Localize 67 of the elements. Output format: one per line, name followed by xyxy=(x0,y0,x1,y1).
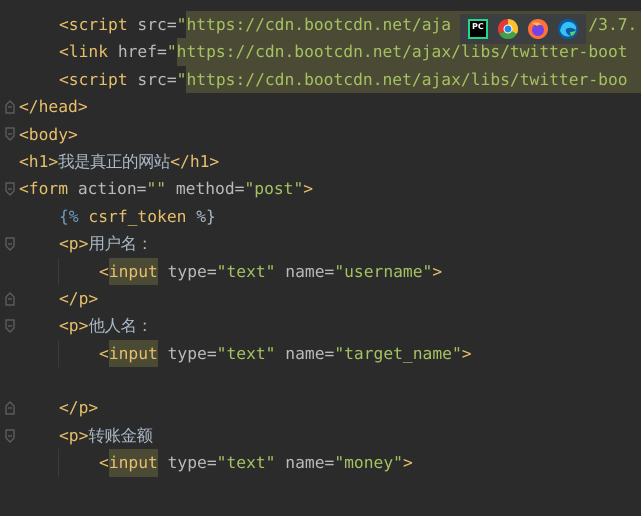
code-text: src= xyxy=(136,68,177,91)
fold-icon[interactable] xyxy=(4,100,14,114)
code-text: {% xyxy=(59,206,79,228)
code-text: csrf_token xyxy=(87,206,188,228)
code-text: input xyxy=(108,340,158,368)
code-text: <link xyxy=(59,41,108,64)
code-text: "username" xyxy=(334,260,432,283)
code-text: <script xyxy=(59,14,128,36)
code-text: href= xyxy=(116,41,167,64)
flame-circle-icon[interactable] xyxy=(528,19,548,39)
code-text: name= xyxy=(284,260,334,283)
code-text: type= xyxy=(166,342,217,365)
code-text: </p> xyxy=(59,288,98,310)
fold-icon[interactable] xyxy=(4,292,14,306)
code-text: input xyxy=(108,449,158,477)
code-text: </p> xyxy=(59,397,98,420)
code-text: > xyxy=(462,342,472,365)
code-text: https://cdn.bootcdn.net/ajax/libs/twitter-boot xyxy=(176,38,641,66)
code-text: 他人名： xyxy=(88,315,152,338)
code-text: name= xyxy=(284,342,334,365)
code-text: "text" xyxy=(216,452,276,474)
code-text: %} xyxy=(196,206,216,228)
code-text: 转账金额 xyxy=(88,424,152,447)
code-text: <p> xyxy=(59,424,88,447)
fold-icon[interactable] xyxy=(4,182,14,196)
code-text: > xyxy=(432,260,442,283)
code-text: > xyxy=(402,452,413,474)
code-text: <p> xyxy=(59,315,88,338)
code-text: https://cdn.bootcdn.net/ajax/libs/twitter-boo xyxy=(186,66,641,94)
code-text: "" xyxy=(146,178,166,200)
code-text: 我是真正的网站 xyxy=(58,150,170,173)
square-logo-icon[interactable]: PC xyxy=(468,19,488,39)
code-text: input xyxy=(108,258,158,285)
code-text: </h1> xyxy=(170,150,220,173)
code-text: "text" xyxy=(216,260,276,283)
code-text: < xyxy=(99,342,109,365)
code-text: <p> xyxy=(59,233,88,256)
code-text: <form xyxy=(19,178,68,200)
code-text: "post" xyxy=(244,178,304,200)
code-text: method= xyxy=(174,178,244,200)
tricolor-circle-icon[interactable] xyxy=(498,19,518,39)
code-text: <body> xyxy=(19,124,78,146)
code-text: type= xyxy=(166,260,217,283)
fold-icon[interactable] xyxy=(4,401,14,416)
code-text: 用户名： xyxy=(88,233,152,256)
wave-circle-icon[interactable] xyxy=(558,19,578,39)
fold-icon[interactable] xyxy=(4,318,14,333)
code-text: " xyxy=(166,41,177,64)
code-text: "money" xyxy=(334,452,403,474)
code-text: "text" xyxy=(216,342,276,365)
code-text: "target_name" xyxy=(334,342,462,365)
fold-icon[interactable] xyxy=(4,428,14,443)
code-text: src= xyxy=(136,14,177,36)
code-text: https://cdn.bootcdn.net/aja xyxy=(186,11,452,38)
code-text: < xyxy=(99,260,109,283)
code-text: " xyxy=(176,14,186,36)
code-text: " xyxy=(176,68,186,91)
code-text: action= xyxy=(76,178,146,200)
code-text: </head> xyxy=(19,96,88,118)
fold-icon[interactable] xyxy=(4,236,14,251)
code-text: type= xyxy=(166,452,217,474)
code-text: > xyxy=(303,178,314,200)
code-text: <h1> xyxy=(19,150,58,173)
code-text: < xyxy=(99,452,109,474)
fold-icon[interactable] xyxy=(4,127,14,142)
code-text: <script xyxy=(59,68,128,91)
code-text: name= xyxy=(284,452,334,474)
